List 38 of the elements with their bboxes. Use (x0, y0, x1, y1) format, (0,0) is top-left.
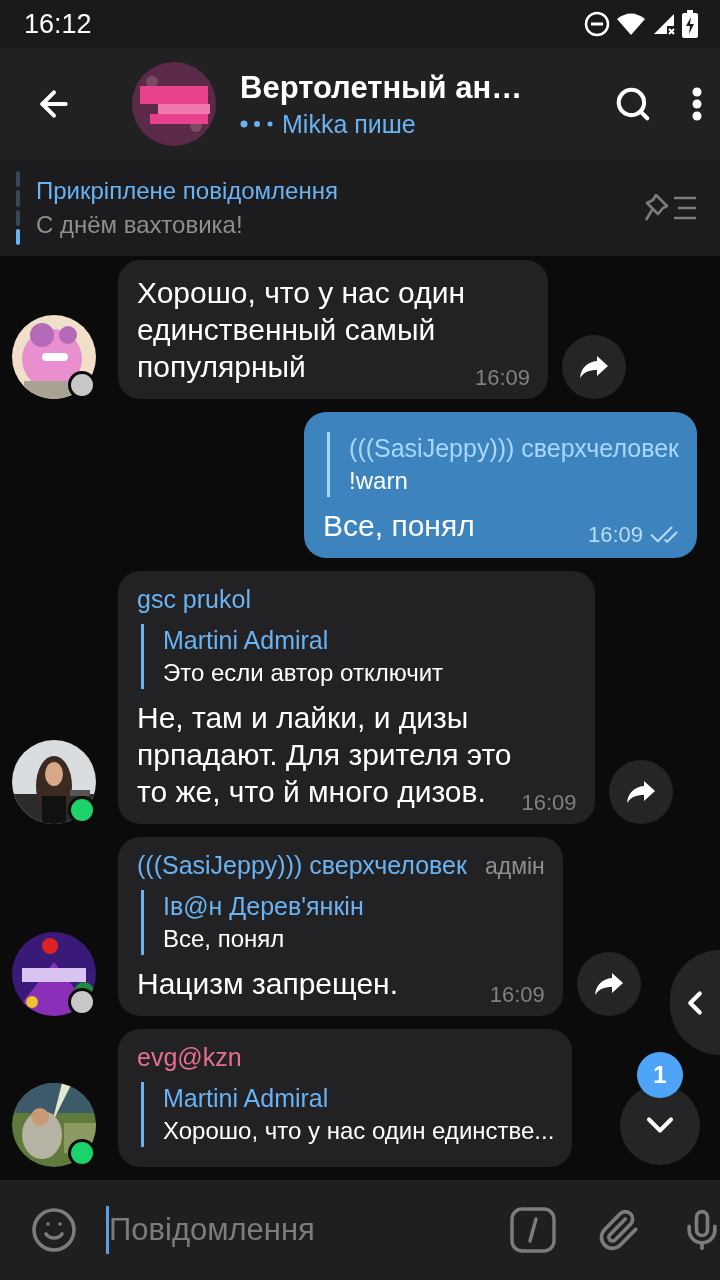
battery-icon (682, 10, 698, 38)
wifi-icon (616, 12, 646, 36)
message-input[interactable]: Повідомлення (106, 1206, 510, 1254)
pinned-text: С днём вахтовика! (36, 211, 244, 239)
pinned-label: Прикріплене повідомлення (36, 177, 339, 205)
message-time: 16:09 (475, 365, 531, 391)
sender-name[interactable]: (((SasiJeppy))) сверхчеловек (137, 851, 467, 880)
more-button[interactable] (692, 87, 702, 121)
sender-name[interactable]: evg@kzn (137, 1043, 242, 1072)
unread-badge: 1 (637, 1052, 683, 1098)
bot-command-icon[interactable] (510, 1207, 556, 1253)
message-text: Не, там и лайки, и дизы прпадают. Для зрителя это то же, что й много дизов. (137, 700, 512, 810)
message-text: Нацизм запрещен. (137, 966, 398, 1002)
reply-quote[interactable]: Martini Admiral Это если автор отключит (141, 624, 577, 689)
search-button[interactable] (614, 85, 652, 123)
chat-title: Вертолетный ан… (240, 69, 524, 106)
do-not-disturb-icon (584, 11, 610, 37)
typing-status: Mikka пише (282, 109, 416, 139)
pinned-message-bar[interactable]: Прикріплене повідомлення С днём вахтовика! (0, 160, 720, 256)
reply-quote[interactable]: (((SasiJeppy))) сверхчеловек !warn (327, 432, 679, 497)
reply-quote[interactable]: Martini Admiral Хорошо, что у нас один единстве... (141, 1082, 555, 1147)
message-time: 16:09 (489, 982, 545, 1008)
more-icon (692, 87, 702, 121)
message-time: 16:09 (587, 522, 643, 548)
forward-icon (579, 354, 610, 380)
message-text: Все, понял (323, 508, 475, 544)
sender-name[interactable]: gsc prukol (137, 585, 251, 614)
forward-icon (593, 971, 624, 997)
admin-label: адмін (484, 853, 545, 880)
emoji-button[interactable] (30, 1206, 78, 1254)
signal-icon (652, 12, 676, 36)
reply-quote[interactable]: Ів@н Дерев'янкін Все, понял (141, 890, 545, 955)
message-time: 16:09 (521, 790, 577, 816)
status-time: 16:12 (24, 8, 92, 40)
typing-icon (240, 120, 274, 128)
message-composer[interactable]: Повідомлення (0, 1180, 720, 1280)
message-text: Хорошо, что у нас один единственный самый популярный (137, 275, 465, 385)
forward-icon (625, 779, 656, 805)
